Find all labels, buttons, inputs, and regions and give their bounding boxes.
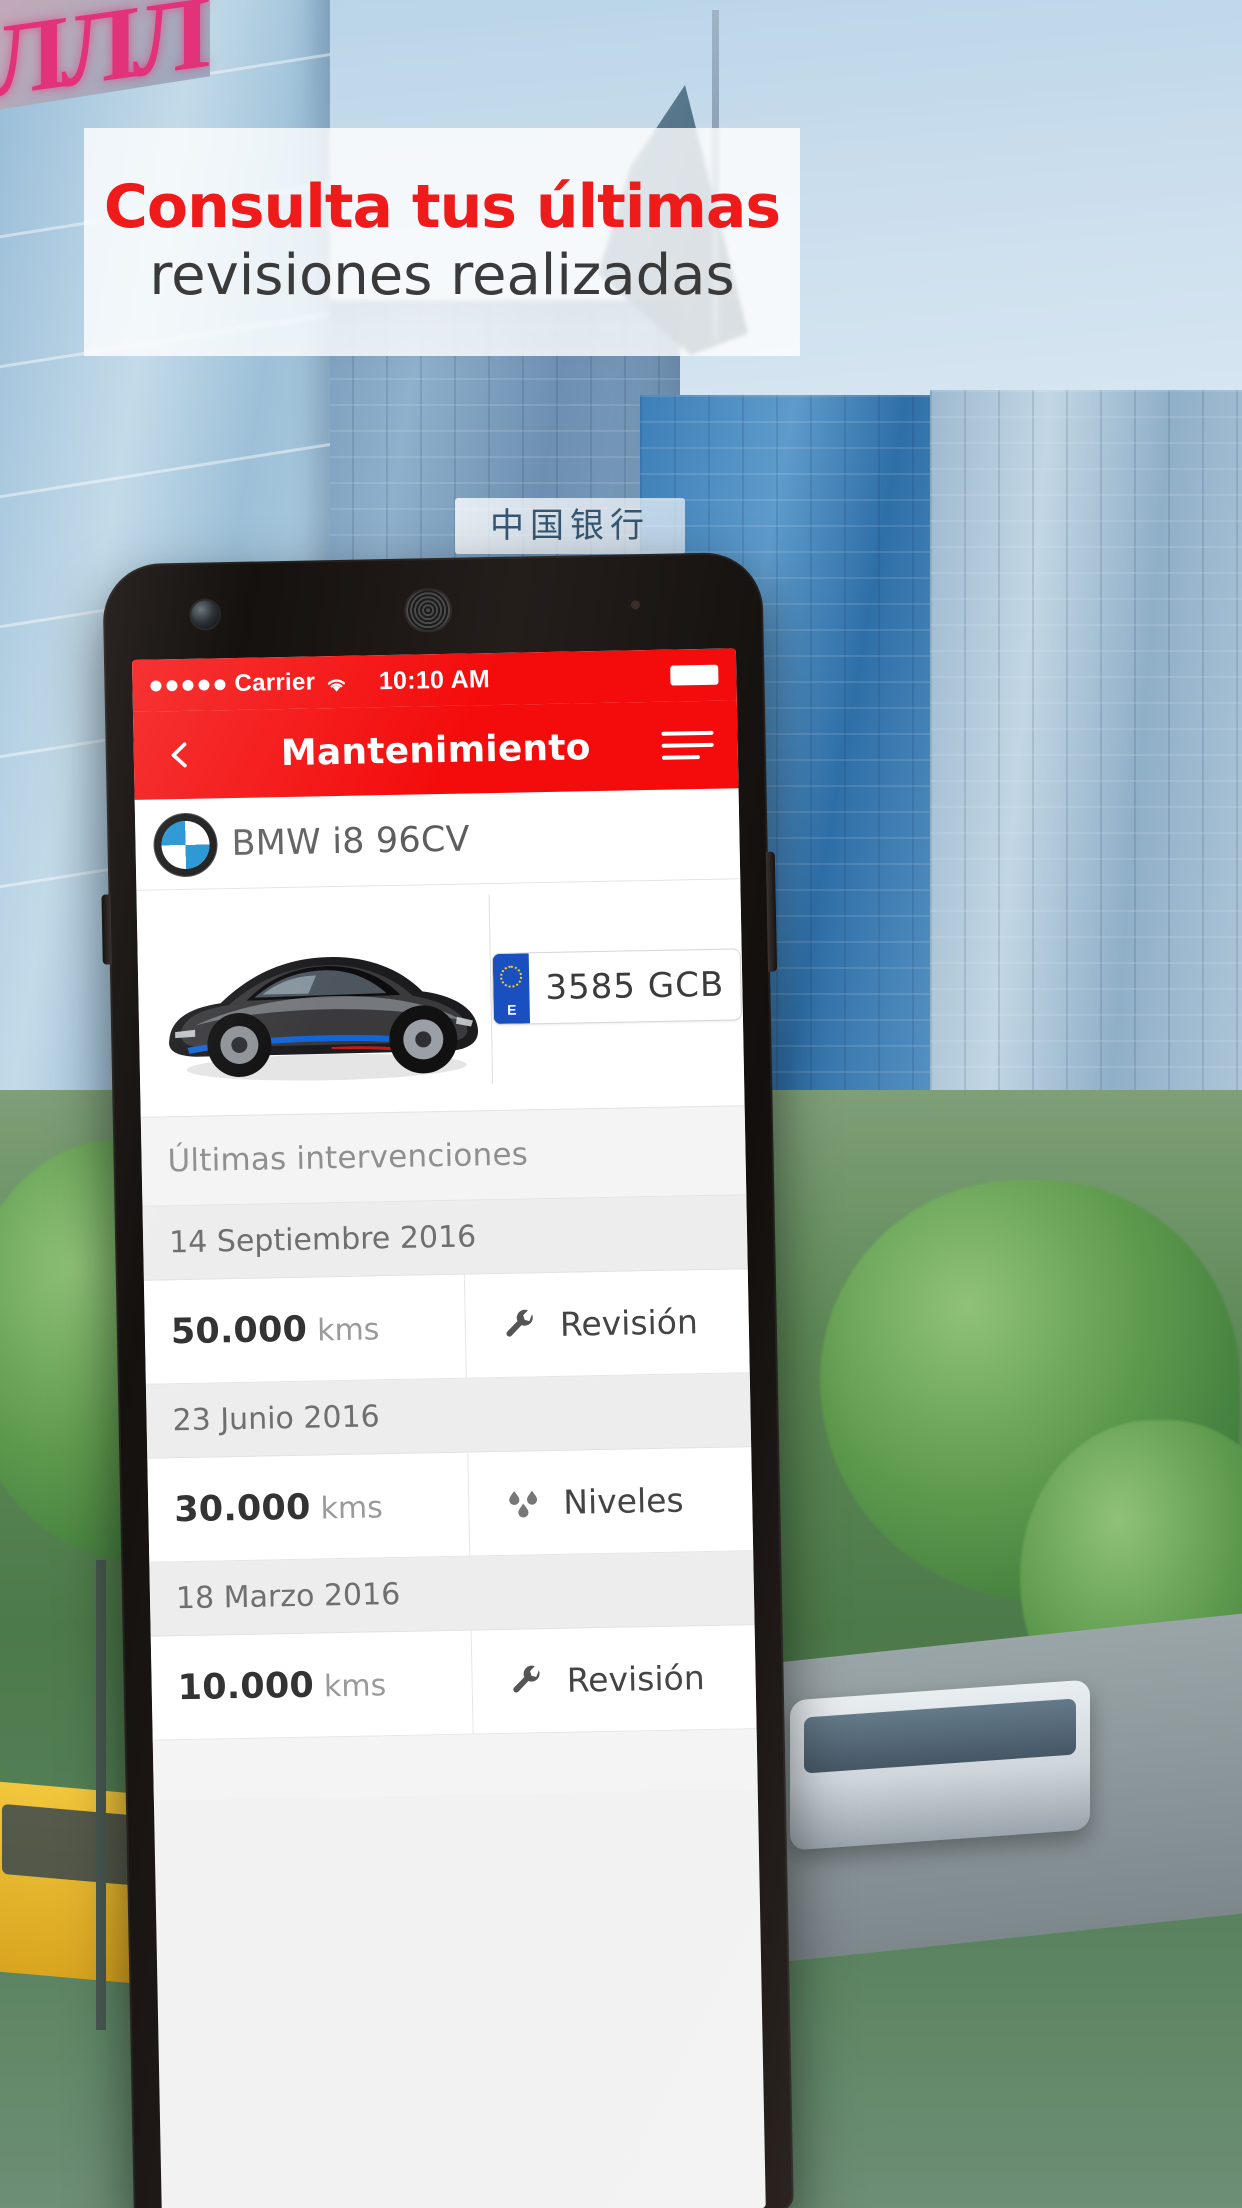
proximity-sensor-icon: [630, 600, 641, 610]
vehicle-name: BMW i8 96CV: [231, 819, 471, 865]
odometer-unit: kms: [316, 1311, 380, 1348]
odometer-cell: 30.000 kms: [148, 1484, 469, 1530]
eu-country-letter: E: [507, 1001, 517, 1018]
front-camera-icon: [190, 600, 220, 629]
intervention-row[interactable]: 10.000 kms Revisión: [150, 1625, 757, 1741]
intervention-date-header: 14 Septiembre 2016: [142, 1195, 748, 1281]
service-type-label: Revisión: [566, 1658, 706, 1700]
service-type-cell: Revisión: [470, 1625, 757, 1734]
droplets-icon: [503, 1483, 544, 1524]
hamburger-menu-icon[interactable]: [661, 725, 714, 766]
license-plate-container[interactable]: E 3585 GCB: [488, 889, 745, 1085]
odometer-value: 30.000: [173, 1487, 311, 1530]
odometer-value: 50.000: [170, 1309, 308, 1352]
service-type-cell: Niveles: [467, 1447, 754, 1556]
phone-volume-button[interactable]: [101, 894, 112, 965]
odometer-unit: kms: [320, 1489, 384, 1526]
odometer-cell: 50.000 kms: [144, 1306, 465, 1352]
section-title-interventions: Últimas intervenciones: [140, 1105, 747, 1207]
intervention-row[interactable]: 30.000 kms Niveles: [147, 1447, 754, 1563]
intervention-date-header: 23 Junio 2016: [145, 1373, 752, 1459]
bmw-roundel-icon: [161, 820, 210, 870]
service-type-label: Niveles: [562, 1480, 685, 1522]
phone-screen: Carrier 10:10 AM Mantenimiento BMW i8 96…: [131, 648, 766, 2208]
eu-stars-icon: [500, 965, 523, 988]
promo-headline-card: Consulta tus últimas revisiones realizad…: [84, 128, 800, 356]
license-plate-number: 3585 GCB: [545, 964, 725, 1009]
vehicle-white-bus: [790, 1679, 1090, 1851]
service-type-label: Revisión: [559, 1302, 699, 1344]
service-type-cell: Revisión: [463, 1269, 750, 1378]
page-title: Mantenimiento: [280, 726, 592, 774]
wrench-icon: [506, 1661, 547, 1702]
list-bottom-spacer: [152, 1729, 758, 1801]
odometer-value: 10.000: [177, 1665, 315, 1708]
bmw-i8-car-image: [149, 894, 493, 1090]
earpiece-speaker-icon: [405, 589, 451, 631]
vehicle-header[interactable]: BMW i8 96CV: [134, 788, 741, 891]
odometer-unit: kms: [323, 1667, 387, 1704]
phone-device: Carrier 10:10 AM Mantenimiento BMW i8 96…: [101, 551, 794, 2208]
intervention-date-header: 18 Marzo 2016: [149, 1551, 755, 1637]
eu-band: E: [492, 953, 531, 1025]
vehicle-summary-block: E 3585 GCB: [136, 879, 745, 1117]
intervention-row[interactable]: 50.000 kms Revisión: [143, 1269, 750, 1385]
street-pole: [96, 1560, 106, 2030]
wrench-icon: [500, 1305, 541, 1346]
promo-headline-primary: Consulta tus últimas: [103, 172, 781, 243]
license-plate: E 3585 GCB: [491, 948, 742, 1026]
status-bar-time: 10:10 AM: [378, 664, 491, 695]
roof-sign: 中国银行: [455, 498, 685, 554]
promo-headline-secondary: revisiones realizadas: [149, 243, 735, 309]
odometer-cell: 10.000 kms: [151, 1662, 472, 1708]
app-navigation-bar: Mantenimiento: [132, 700, 739, 800]
screenshot-root: 中国银行 ЛЛЛ Consulta tus últimas revisiones…: [0, 0, 1242, 2208]
